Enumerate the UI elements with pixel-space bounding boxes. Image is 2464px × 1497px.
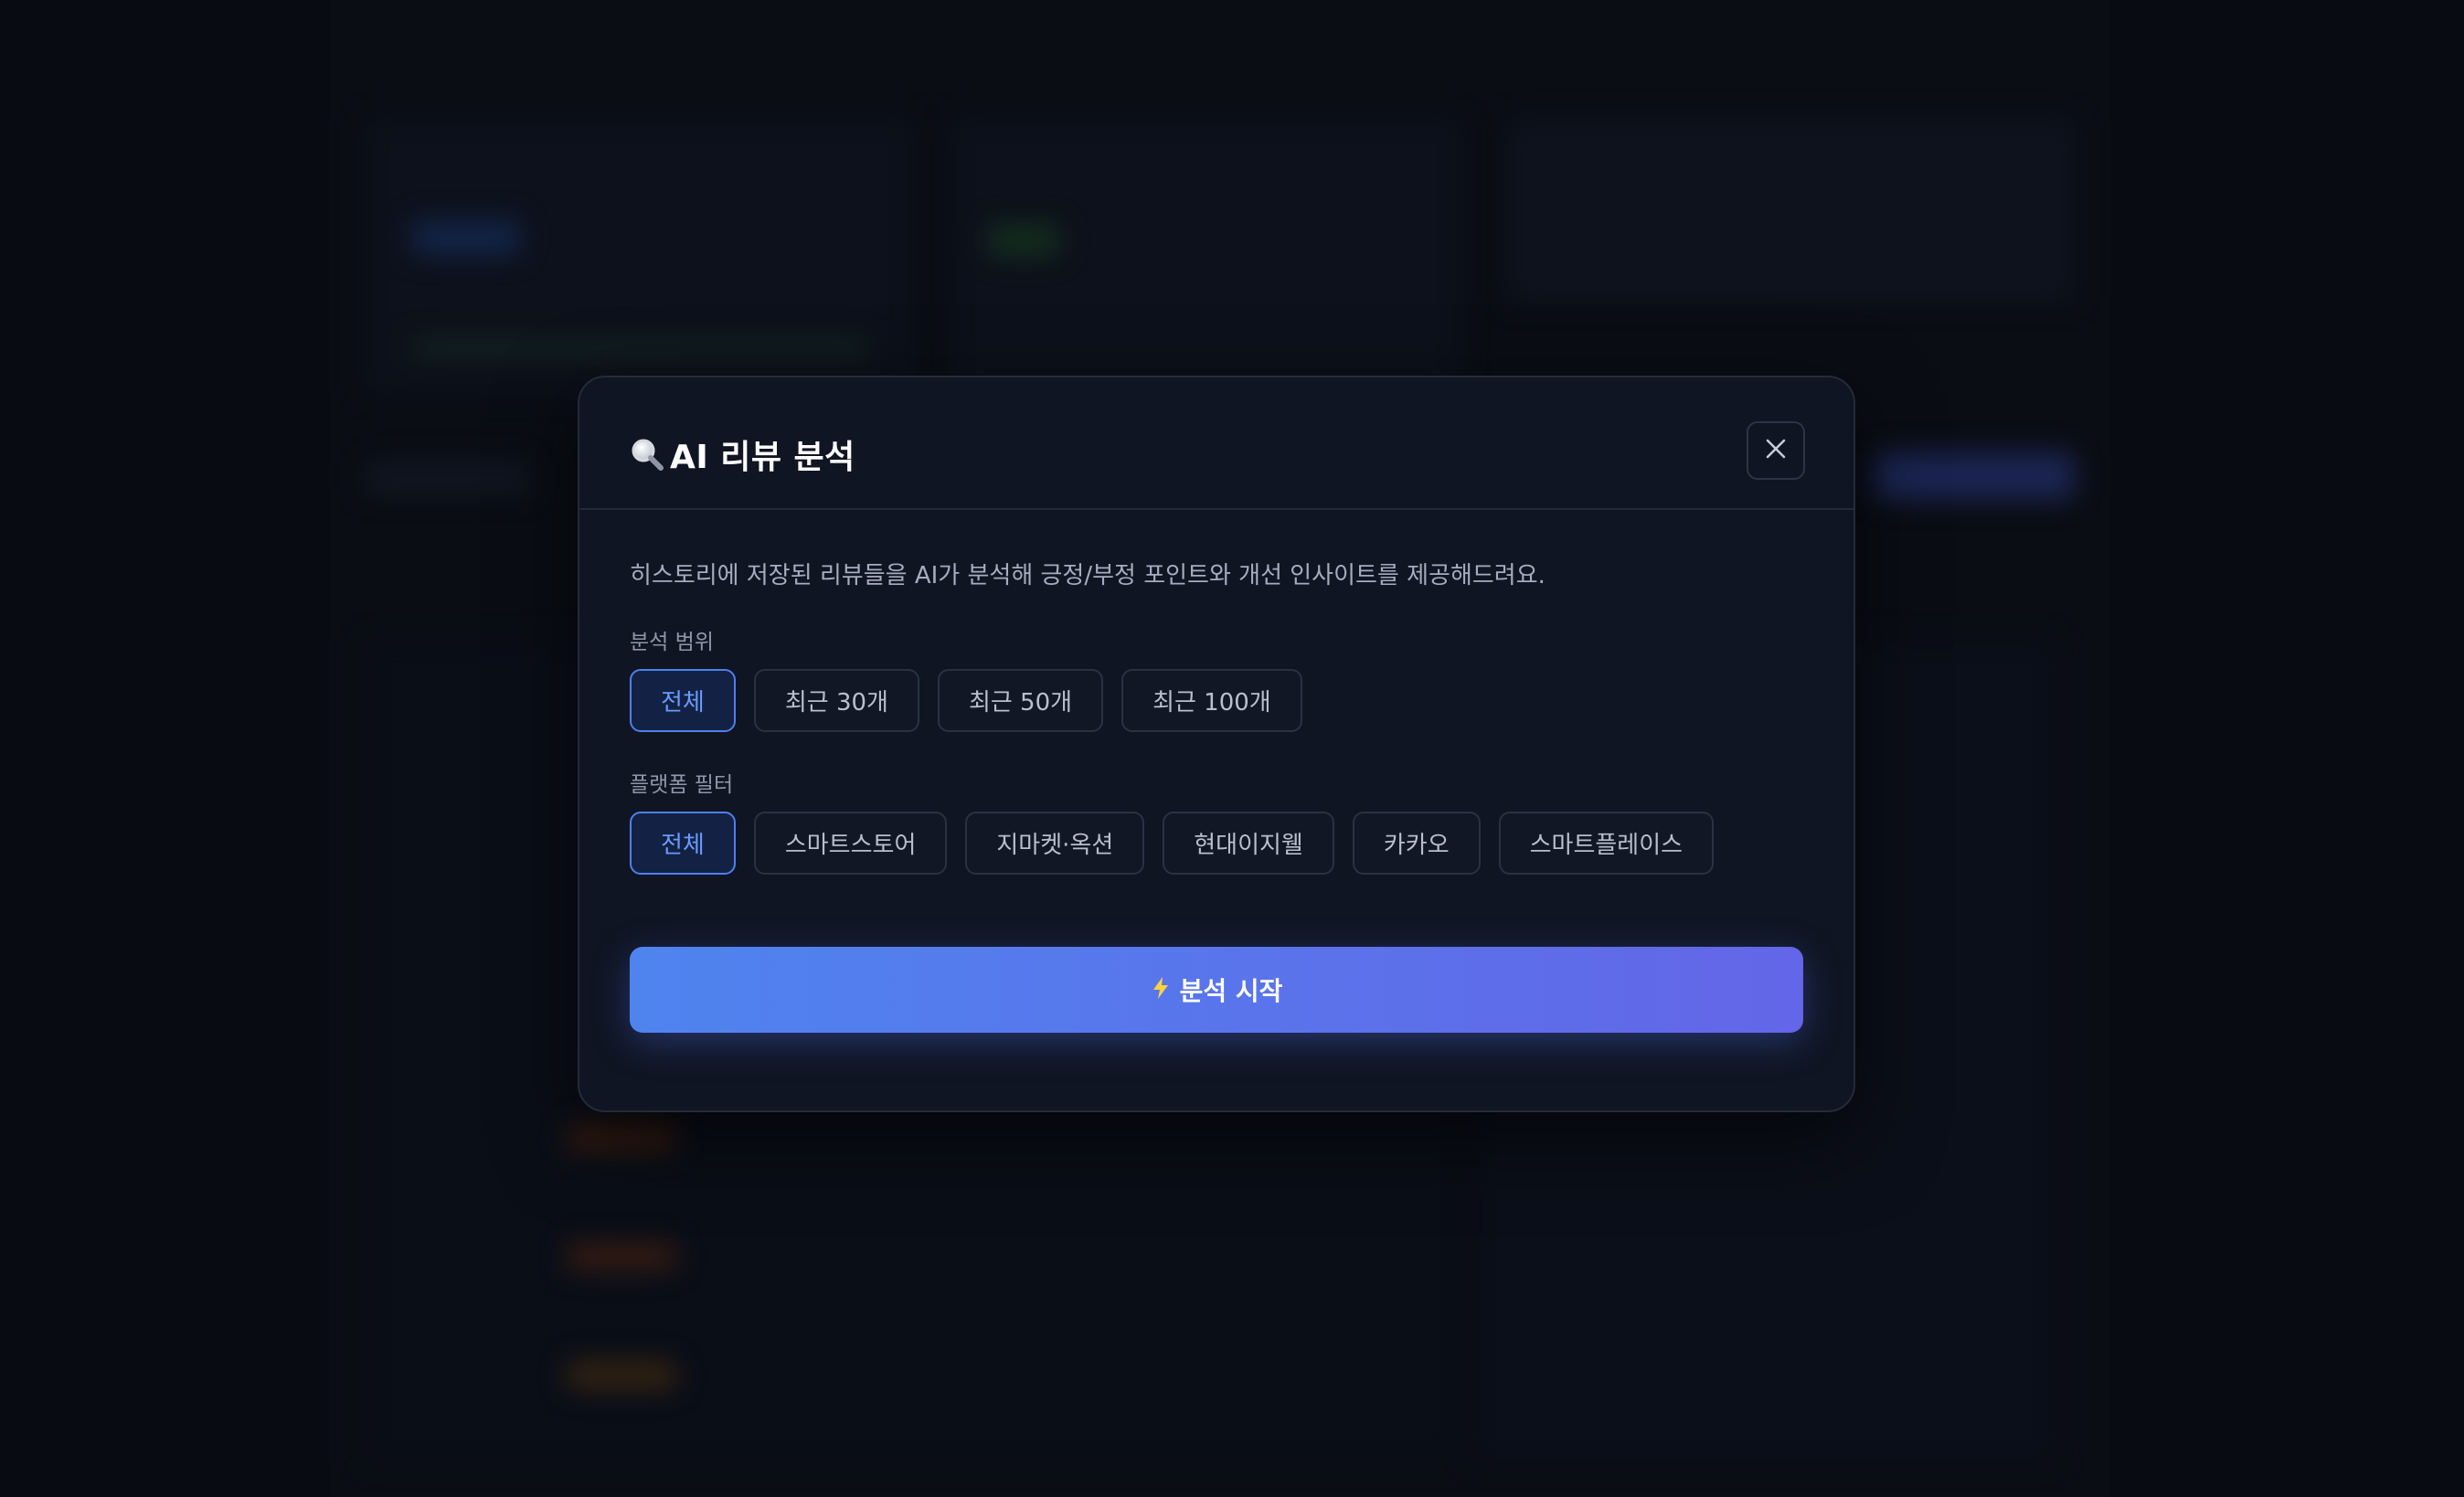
platform-option-smartplace[interactable]: 스마트플레이스	[1498, 812, 1715, 875]
scope-option-recent-100[interactable]: 최근 100개	[1121, 669, 1302, 732]
platform-option-kakao[interactable]: 카카오	[1352, 812, 1481, 875]
scope-option-all[interactable]: 전체	[630, 669, 736, 732]
platform-option-smartstore[interactable]: 스마트스토어	[753, 812, 948, 875]
ai-review-analysis-modal: AI 리뷰 분석 히스토리에 저장된 리뷰들을 AI가 분석해 긍정/부정 포인…	[578, 376, 1855, 1112]
scope-option-recent-30[interactable]: 최근 30개	[753, 669, 919, 732]
close-button[interactable]	[1747, 421, 1805, 480]
platform-option-all[interactable]: 전체	[630, 812, 736, 875]
platform-options: 전체 스마트스토어 지마켓·옥션 현대이지웰 카카오 스마트플레이스	[630, 812, 1715, 875]
magnifier-icon	[630, 437, 664, 472]
modal-title: AI 리뷰 분석	[670, 439, 855, 476]
scope-label: 분석 범위	[630, 631, 714, 654]
start-analysis-button[interactable]: 분석 시작	[630, 947, 1803, 1033]
platform-label: 플랫폼 필터	[630, 773, 734, 797]
close-icon	[1763, 436, 1789, 465]
modal-title-group: AI 리뷰 분석	[630, 430, 855, 478]
platform-option-gmarket-auction[interactable]: 지마켓·옥션	[965, 812, 1145, 875]
start-analysis-label: 분석 시작	[1179, 976, 1283, 1006]
scope-option-recent-50[interactable]: 최근 50개	[937, 669, 1104, 732]
platform-option-hyundai-ezwel[interactable]: 현대이지웰	[1163, 812, 1334, 875]
modal-description: 히스토리에 저장된 리뷰들을 AI가 분석해 긍정/부정 포인트와 개선 인사이…	[630, 562, 1545, 589]
lightning-icon	[1151, 976, 1171, 1003]
scope-options: 전체 최근 30개 최근 50개 최근 100개	[630, 669, 1302, 732]
modal-header: AI 리뷰 분석	[579, 377, 1853, 510]
